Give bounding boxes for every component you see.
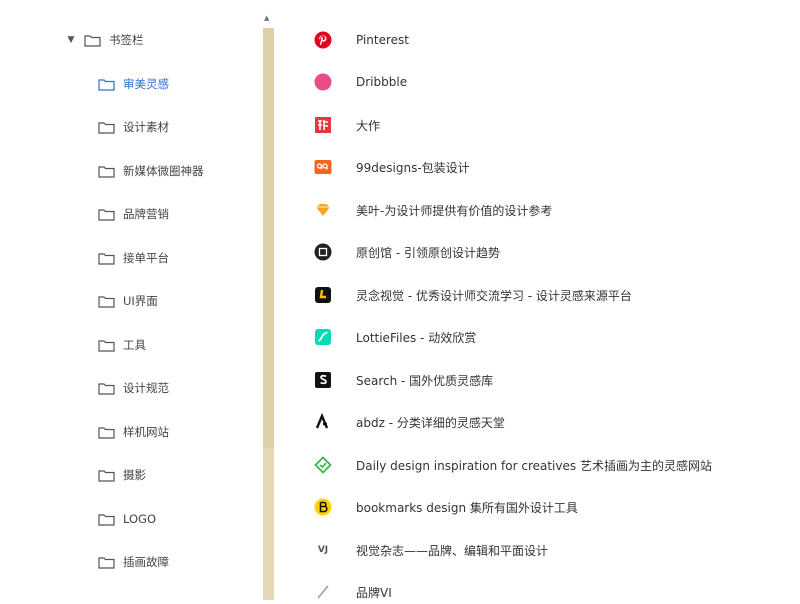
bookmark-title: Dribbble [356, 75, 408, 89]
meiye-icon [314, 201, 332, 219]
abdz-icon [314, 413, 332, 431]
vj-icon: VJ [317, 545, 329, 555]
pinterest-icon [314, 31, 332, 49]
bookmark-item[interactable]: 灵念视觉 - 优秀设计师交流学习 - 设计灵感来源平台 [314, 283, 632, 307]
tree-folder-6[interactable]: UI界面 [98, 289, 158, 313]
tree-folder-label: 样机网站 [123, 425, 169, 439]
bookmark-item[interactable]: 99designs-包装设计 [314, 155, 470, 179]
bookmark-title: LottieFiles - 动效欣赏 [356, 330, 477, 345]
tree-folder-label: 品牌营销 [123, 207, 169, 221]
tree-folder-label: 插画故障 [123, 555, 169, 569]
folder-icon [84, 34, 101, 47]
bookmark-title: bookmarks design 集所有国外设计工具 [356, 500, 578, 515]
bookmark-title: Pinterest [356, 33, 410, 47]
folder-icon [98, 165, 115, 178]
bookmark-title: 大作 [356, 118, 381, 133]
chevron-down-icon[interactable]: ▼ [64, 35, 78, 45]
folder-icon [98, 78, 115, 91]
tree-root-bookmarks-bar[interactable]: ▼ 书签栏 [64, 28, 144, 52]
folder-icon [98, 469, 115, 482]
folder-icon [98, 252, 115, 265]
folder-icon [98, 513, 115, 526]
tree-folder-label: 设计素材 [123, 120, 169, 134]
bookmark-item[interactable]: Dribbble [314, 70, 407, 94]
bookmark-title: Daily design inspiration for creatives 艺… [356, 458, 712, 473]
bookmark-item[interactable]: Search - 国外优质灵感库 [314, 368, 493, 392]
folder-icon [98, 121, 115, 134]
folder-tree: ▼ 书签栏 审美灵感 设计素材 新媒体微圈神器 品牌营销 接单平台 UI界面 工… [0, 0, 262, 600]
tree-folder-5[interactable]: 接单平台 [98, 246, 169, 270]
slash-icon [314, 583, 332, 601]
lottiefiles-icon [314, 328, 332, 346]
folder-icon [98, 339, 115, 352]
dazuo-icon [314, 116, 332, 134]
tree-scrollbar-thumb[interactable] [263, 28, 274, 448]
tree-folder-9[interactable]: 样机网站 [98, 420, 169, 444]
tree-folder-10[interactable]: 摄影 [98, 463, 146, 487]
tree-folder-7[interactable]: 工具 [98, 333, 146, 357]
bookmark-title: abdz - 分类详细的灵感天堂 [356, 415, 505, 430]
tree-folder-2[interactable]: 设计素材 [98, 115, 169, 139]
bookmark-title: 灵念视觉 - 优秀设计师交流学习 - 设计灵感来源平台 [356, 288, 632, 303]
bookmark-title: Search - 国外优质灵感库 [356, 373, 494, 388]
bookmark-title: 品牌VI [356, 585, 392, 600]
inspiration-icon [314, 456, 332, 474]
bookmark-item[interactable]: abdz - 分类详细的灵感天堂 [314, 410, 505, 434]
bookmark-item[interactable]: 大作 [314, 113, 380, 137]
folder-icon [98, 556, 115, 569]
tree-folder-label: 新媒体微圈神器 [123, 164, 204, 178]
tree-folder-4[interactable]: 品牌营销 [98, 202, 169, 226]
bookmarks-b-icon [314, 498, 332, 516]
tree-folder-label: 设计规范 [123, 381, 169, 395]
dribbble-icon [314, 73, 332, 91]
tree-folder-1[interactable]: 审美灵感 [98, 72, 169, 96]
bookmark-item[interactable]: VJ 视觉杂志——品牌、编辑和平面设计 [314, 538, 548, 562]
folder-icon [98, 208, 115, 221]
bookmark-item[interactable]: bookmarks design 集所有国外设计工具 [314, 495, 578, 519]
bookmark-item[interactable]: 品牌VI [314, 580, 392, 604]
bookmark-title: 原创馆 - 引领原创设计趋势 [356, 245, 500, 260]
folder-icon [98, 295, 115, 308]
tree-folder-label: 工具 [123, 338, 146, 352]
bookmark-title: 美叶-为设计师提供有价值的设计参考 [356, 203, 553, 218]
folder-icon [98, 426, 115, 439]
tree-folder-label: 审美灵感 [123, 77, 169, 91]
yuanchuang-icon [314, 243, 332, 261]
tree-folder-label: UI界面 [123, 294, 158, 308]
search-s-icon [314, 371, 332, 389]
tree-folder-11[interactable]: LOGO [98, 507, 156, 531]
lingnian-icon [314, 286, 332, 304]
99designs-icon [314, 158, 332, 176]
bookmark-item[interactable]: 原创馆 - 引领原创设计趋势 [314, 240, 500, 264]
tree-folder-label: 接单平台 [123, 251, 169, 265]
tree-folder-label: LOGO [123, 512, 157, 526]
bookmark-item[interactable]: Daily design inspiration for creatives 艺… [314, 453, 712, 477]
bookmark-item[interactable]: LottieFiles - 动效欣赏 [314, 325, 476, 349]
tree-folder-3[interactable]: 新媒体微圈神器 [98, 159, 204, 183]
tree-scrollbar[interactable] [263, 28, 274, 600]
scroll-up-arrow-icon[interactable]: ▲ [264, 14, 269, 22]
tree-folder-label: 摄影 [123, 468, 146, 482]
bookmark-title: 视觉杂志——品牌、编辑和平面设计 [356, 543, 549, 558]
tree-folder-8[interactable]: 设计规范 [98, 376, 169, 400]
bookmark-item[interactable]: Pinterest [314, 28, 409, 52]
folder-icon [98, 382, 115, 395]
bookmark-title: 99designs-包装设计 [356, 160, 470, 175]
tree-folder-12[interactable]: 插画故障 [98, 550, 169, 574]
tree-root-label: 书签栏 [109, 33, 144, 47]
bookmark-item[interactable]: 美叶-为设计师提供有价值的设计参考 [314, 198, 552, 222]
